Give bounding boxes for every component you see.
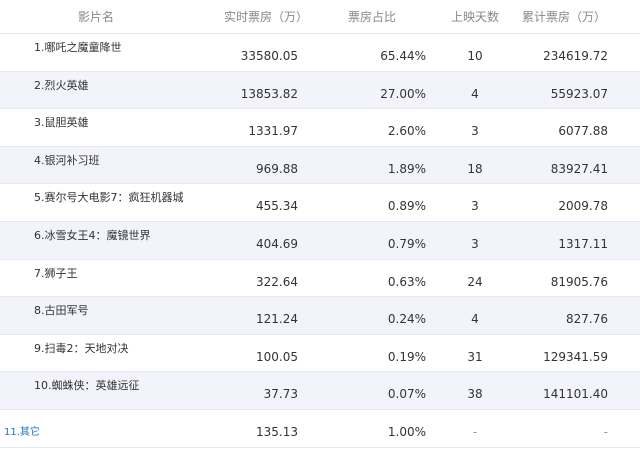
share-cell: 0.63% <box>387 274 426 289</box>
table-row[interactable]: 1.哪吒之魔童降世 33580.05 65.44% 10 234619.72 <box>0 34 640 72</box>
total-cell: 81905.76 <box>550 274 608 289</box>
realtime-cell: 121.24 <box>256 312 298 327</box>
realtime-cell: 1331.97 <box>248 124 298 139</box>
share-cell: 0.89% <box>387 199 426 214</box>
days-cell: 3 <box>471 236 479 251</box>
days-cell: 38 <box>467 387 483 402</box>
total-cell: - <box>603 424 608 439</box>
share-cell: 1.89% <box>387 161 426 176</box>
box-office-table: 影片名 实时票房（万） 票房占比 上映天数 累计票房（万） 1.哪吒之魔童降世 … <box>0 0 640 448</box>
total-cell: 827.76 <box>566 312 608 327</box>
movie-name-cell: 8.古田军号 <box>34 304 89 318</box>
total-cell: 1317.11 <box>558 236 608 251</box>
movie-name-cell: 1.哪吒之魔童降世 <box>34 41 122 54</box>
realtime-cell: 100.05 <box>256 349 298 364</box>
share-cell: 0.19% <box>387 349 426 364</box>
days-cell: 4 <box>471 86 479 101</box>
header-movie-name[interactable]: 影片名 <box>0 8 200 25</box>
share-cell: 0.07% <box>387 387 426 402</box>
movie-name-cell[interactable]: 11.其它 <box>0 410 200 447</box>
share-cell: 0.24% <box>387 312 426 327</box>
table-header: 影片名 实时票房（万） 票房占比 上映天数 累计票房（万） <box>0 0 640 34</box>
movie-name-cell: 9.扫毒2：天地对决 <box>34 341 129 355</box>
days-cell: 10 <box>467 49 483 63</box>
realtime-cell: 969.88 <box>256 161 298 176</box>
realtime-cell: 322.64 <box>256 274 298 289</box>
table-row[interactable]: 6.冰雪女王4：魔镜世界 404.69 0.79% 3 1317.11 <box>0 221 640 260</box>
share-cell: 0.79% <box>387 236 426 251</box>
share-cell: 1.00% <box>387 424 426 439</box>
table-row[interactable]: 11.其它 135.13 1.00% - - <box>0 410 640 448</box>
days-cell: 31 <box>467 349 483 364</box>
table-row[interactable]: 2.烈火英雄 13853.82 27.00% 4 55923.07 <box>0 71 640 110</box>
total-cell: 6077.88 <box>558 124 608 139</box>
share-cell: 2.60% <box>387 124 426 139</box>
movie-name-cell: 2.烈火英雄 <box>34 78 89 92</box>
days-cell: 3 <box>471 124 479 139</box>
table-row[interactable]: 9.扫毒2：天地对决 100.05 0.19% 31 129341.59 <box>0 335 640 373</box>
table-row[interactable]: 4.银河补习班 969.88 1.89% 18 83927.41 <box>0 146 640 185</box>
total-cell: 141101.40 <box>543 387 608 402</box>
movie-name-cell: 5.赛尔号大电影7：疯狂机器城 <box>34 191 184 205</box>
movie-name-cell: 7.狮子王 <box>34 266 78 280</box>
share-cell: 27.00% <box>380 86 426 101</box>
table-row[interactable]: 5.赛尔号大电影7：疯狂机器城 455.34 0.89% 3 2009.78 <box>0 184 640 222</box>
header-release-days[interactable]: 上映天数 <box>440 8 510 25</box>
total-cell: 55923.07 <box>550 86 608 101</box>
total-cell: 234619.72 <box>543 49 608 63</box>
days-cell: 3 <box>471 199 479 214</box>
table-row[interactable]: 7.狮子王 322.64 0.63% 24 81905.76 <box>0 260 640 298</box>
realtime-cell: 135.13 <box>256 424 298 439</box>
realtime-cell: 404.69 <box>256 236 298 251</box>
table-row[interactable]: 3.鼠胆英雄 1331.97 2.60% 3 6077.88 <box>0 109 640 147</box>
realtime-cell: 33580.05 <box>240 49 298 63</box>
total-cell: 2009.78 <box>558 199 608 214</box>
realtime-cell: 13853.82 <box>240 86 298 101</box>
movie-name-cell: 6.冰雪女王4：魔镜世界 <box>34 228 151 242</box>
realtime-cell: 37.73 <box>263 387 298 402</box>
header-realtime-box-office[interactable]: 实时票房（万） <box>200 8 310 25</box>
share-cell: 65.44% <box>380 49 426 63</box>
days-cell: 18 <box>467 161 483 176</box>
total-cell: 83927.41 <box>550 161 608 176</box>
days-cell: 4 <box>471 312 479 327</box>
table-row[interactable]: 8.古田军号 121.24 0.24% 4 827.76 <box>0 297 640 335</box>
header-cumulative-box-office[interactable]: 累计票房（万） <box>510 8 640 25</box>
days-cell: 24 <box>467 274 483 289</box>
movie-name-cell: 10.蜘蛛侠：英雄远征 <box>34 379 140 393</box>
realtime-cell: 455.34 <box>256 199 298 214</box>
header-box-office-share[interactable]: 票房占比 <box>310 8 440 25</box>
movie-name-cell: 4.银河补习班 <box>34 153 100 167</box>
total-cell: 129341.59 <box>543 349 608 364</box>
table-row[interactable]: 10.蜘蛛侠：英雄远征 37.73 0.07% 38 141101.40 <box>0 372 640 410</box>
days-cell: - <box>472 424 478 439</box>
movie-name-cell: 3.鼠胆英雄 <box>34 116 89 130</box>
